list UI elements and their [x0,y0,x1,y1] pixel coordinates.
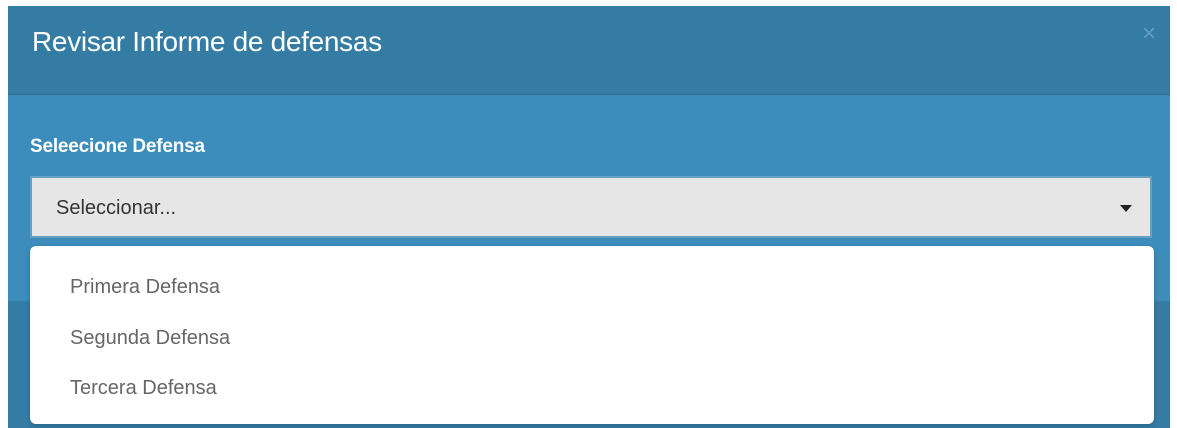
modal-header: Revisar Informe de defensas × [8,6,1170,95]
modal-title: Revisar Informe de defensas [32,26,382,57]
option-tercera-defensa[interactable]: Tercera Defensa [70,377,217,400]
dropdown-menu: Primera Defensa Segunda Defensa Tercera … [30,246,1154,424]
defense-select[interactable]: Seleccionar... [30,176,1152,238]
select-selected-value: Seleccionar... [56,197,177,219]
close-icon[interactable]: × [1142,22,1156,46]
option-segunda-defensa[interactable]: Segunda Defensa [70,327,230,350]
select-defense-label: Seleecione Defensa [30,136,205,157]
option-primera-defensa[interactable]: Primera Defensa [70,276,220,299]
caret-down-icon [1120,205,1132,212]
modal-dialog: Revisar Informe de defensas × Seleecione… [8,6,1170,428]
